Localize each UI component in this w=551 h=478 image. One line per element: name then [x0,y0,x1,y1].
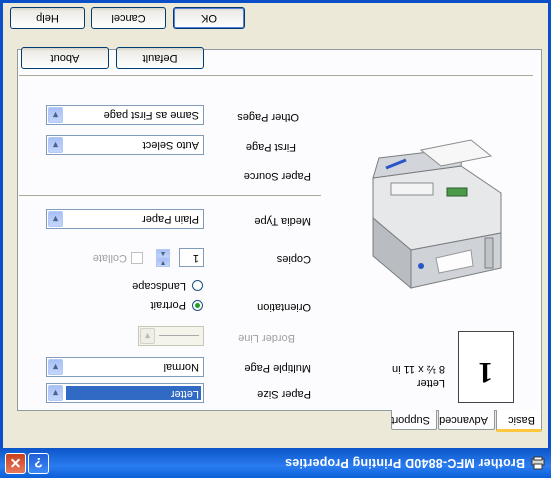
close-button[interactable]: ✕ [5,453,26,474]
other-pages-label: Other Pages [237,111,299,123]
copies-input[interactable]: 1 [179,248,204,267]
border-line-label: Border Line [238,332,295,344]
multiple-page-select[interactable]: Normal ▼ [46,357,204,377]
chevron-down-icon[interactable]: ▼ [48,211,63,227]
panel-divider [19,74,533,76]
default-button[interactable]: Default [116,47,204,69]
paper-source-label: Paper Source [243,170,311,182]
tab-support[interactable]: Support [391,410,437,430]
media-type-select[interactable]: Plain Paper ▼ [46,209,204,229]
paper-size-label: Paper Size [257,388,311,400]
media-type-value: Plain Paper [142,213,199,225]
printer-icon [531,456,545,470]
portrait-label[interactable]: Portrait [151,299,186,311]
help-button[interactable]: Help [10,7,85,29]
printing-properties-dialog: Brother MFC-8840D Printing Properties ? … [0,0,551,478]
chevron-down-icon[interactable]: ▼ [48,359,63,375]
tab-advanced[interactable]: Advanced [438,410,495,430]
first-page-select[interactable]: Auto Select ▼ [46,135,204,155]
first-page-value: Auto Select [142,139,199,151]
printer-illustration-icon [372,139,502,290]
multiple-page-label: Multiple Page [244,362,311,374]
question-icon: ? [34,455,43,471]
chevron-down-icon: ▼ [140,328,155,344]
collate-label: Collate [92,252,127,264]
other-pages-select[interactable]: Same as First page ▼ [46,105,204,125]
paper-size-value: Letter [66,386,201,400]
paper-size-select[interactable]: Letter ▼ [46,383,204,403]
copies-label: Copies [276,253,311,265]
about-button[interactable]: About [21,47,109,69]
preview-paper-name: Letter [416,377,445,389]
cancel-button[interactable]: Cancel [91,7,166,29]
chevron-down-icon[interactable]: ▼ [48,385,63,401]
multiple-page-value: Normal [163,361,199,373]
collate-checkbox[interactable] [131,252,143,264]
first-page-label: First Page [245,141,296,153]
preview-paper-dimensions: 8 ½ x 11 in [392,363,445,375]
portrait-radio[interactable] [192,300,203,311]
copies-up-icon[interactable]: ▲ [156,249,170,258]
landscape-label[interactable]: Landscape [132,280,186,292]
landscape-radio[interactable] [192,280,203,291]
title-bar[interactable]: Brother MFC-8840D Printing Properties ? … [0,448,551,478]
orientation-label: Orientation [257,301,311,313]
line-style-preview [159,335,199,336]
section-divider [19,194,321,196]
window-title: Brother MFC-8840D Printing Properties [284,456,525,470]
tab-basic[interactable]: Basic [496,410,542,432]
close-icon: ✕ [9,455,22,471]
help-caption-button[interactable]: ? [28,453,49,474]
media-type-label: Media Type [254,215,311,227]
border-line-select: ▼ [138,326,204,346]
paper-orientation-glyph: 1 [478,356,493,389]
other-pages-value: Same as First page [103,109,199,121]
copies-value: 1 [192,252,199,264]
ok-button[interactable]: OK [173,7,245,29]
copies-down-icon[interactable]: ▼ [156,258,170,267]
chevron-down-icon[interactable]: ▼ [48,137,63,153]
chevron-down-icon[interactable]: ▼ [48,107,63,123]
